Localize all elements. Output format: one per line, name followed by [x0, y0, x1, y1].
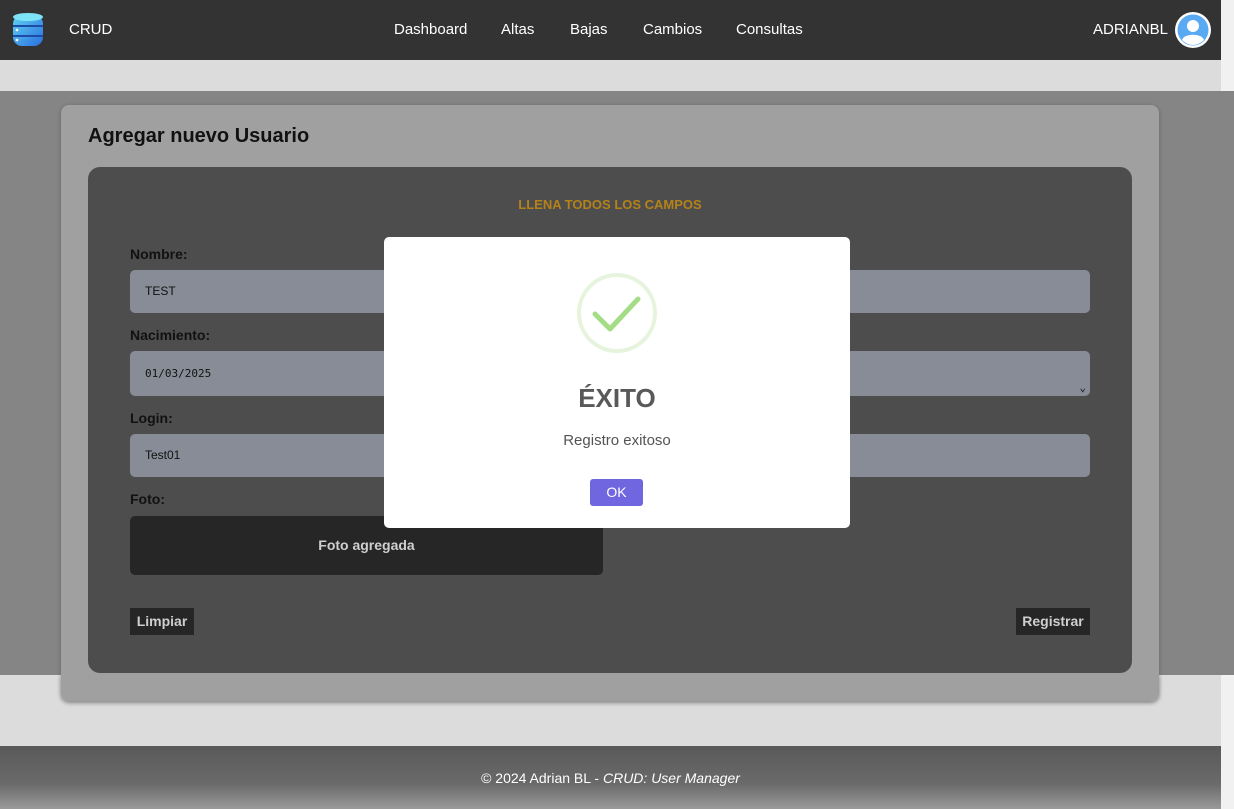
top-navbar: CRUD Dashboard Altas Bajas Cambios Consu…	[0, 0, 1221, 60]
dialog-title: ÉXITO	[578, 383, 656, 413]
foto-label: Foto:	[130, 491, 165, 507]
nav-bajas[interactable]: Bajas	[570, 21, 608, 38]
register-button[interactable]: Registrar	[1016, 608, 1090, 635]
brand-name[interactable]: CRUD	[69, 21, 112, 38]
nacimiento-value: 01/03/2025	[145, 367, 212, 380]
login-label: Login:	[130, 410, 173, 426]
nav-cambios[interactable]: Cambios	[643, 21, 702, 38]
dialog-message: Registro exitoso	[563, 432, 671, 449]
nombre-label: Nombre:	[130, 246, 188, 262]
nav-consultas[interactable]: Consultas	[736, 21, 803, 38]
page-footer: © 2024 Adrian BL - CRUD: User Manager	[0, 746, 1221, 809]
nav-altas[interactable]: Altas	[501, 21, 534, 38]
user-avatar-icon[interactable]	[1175, 12, 1211, 53]
chevron-down-icon[interactable]: ⌄	[1079, 365, 1086, 410]
username[interactable]: ADRIANBL	[1093, 21, 1168, 38]
database-icon[interactable]	[12, 12, 44, 54]
footer-copyright: © 2024 Adrian BL -	[481, 770, 603, 786]
footer-app-name: CRUD: User Manager	[602, 770, 740, 786]
form-notice: LLENA TODOS LOS CAMPOS	[518, 197, 702, 212]
checkmark-circle-icon	[577, 273, 657, 358]
nacimiento-label: Nacimiento:	[130, 327, 211, 343]
success-dialog: ÉXITO Registro exitoso OK	[384, 237, 850, 528]
page-title: Agregar nuevo Usuario	[88, 125, 310, 147]
footer-text: © 2024 Adrian BL - CRUD: User Manager	[0, 770, 1221, 786]
nav-dashboard[interactable]: Dashboard	[394, 21, 467, 38]
ok-button[interactable]: OK	[590, 479, 643, 506]
clear-button[interactable]: Limpiar	[130, 608, 194, 635]
